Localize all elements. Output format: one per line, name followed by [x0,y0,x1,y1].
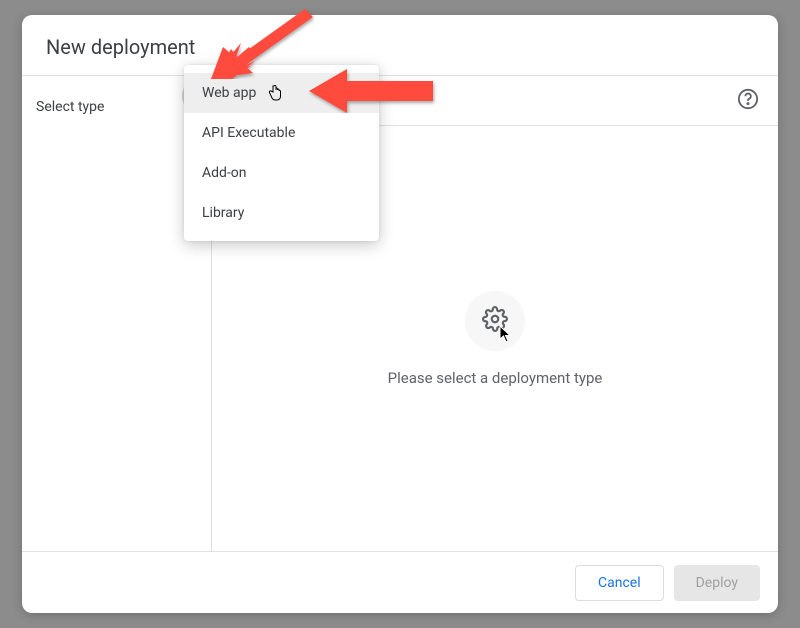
deploy-button[interactable]: Deploy [674,565,760,601]
annotation-arrow-icon [307,67,437,113]
help-icon [737,88,759,114]
dialog-body: Select type Configuration [22,76,778,551]
new-deployment-dialog: New deployment Select type Configuration [22,15,778,613]
placeholder-gear-circle [465,291,525,351]
dropdown-item-label: Web app [202,85,256,101]
gear-icon [482,306,508,336]
dialog-footer: Cancel Deploy [22,551,778,613]
select-deployment-message: Please select a deployment type [388,369,603,387]
pointer-cursor-icon [268,85,282,105]
help-button[interactable] [736,89,760,113]
dropdown-item-label: Add-on [202,165,247,181]
dropdown-item-library[interactable]: Library [184,193,379,233]
dropdown-item-label: API Executable [202,125,295,141]
dropdown-item-api-executable[interactable]: API Executable [184,113,379,153]
dropdown-item-label: Library [202,205,244,221]
cancel-button[interactable]: Cancel [575,565,664,601]
select-type-label: Select type [36,99,104,115]
dropdown-item-add-on[interactable]: Add-on [184,153,379,193]
annotation-arrow-icon [205,1,315,79]
